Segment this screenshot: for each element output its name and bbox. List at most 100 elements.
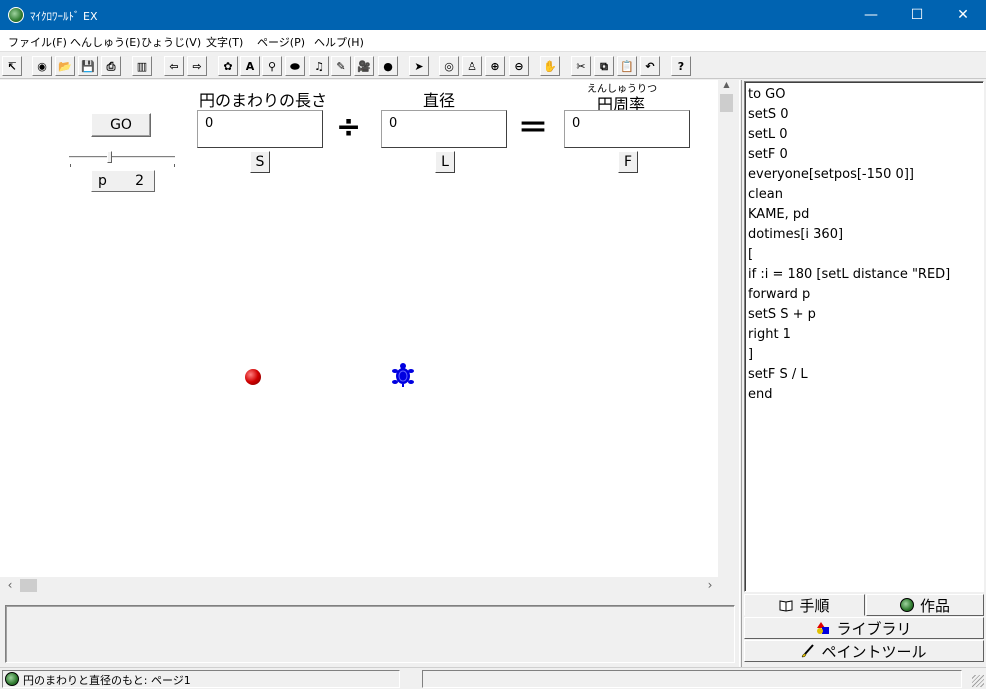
globe-button[interactable]: ◉ [32,56,52,76]
p-slider[interactable] [63,150,183,168]
divide-sign: ÷ [336,110,362,145]
go-button[interactable]: GO [91,113,151,137]
menu-page[interactable]: ページ(P) [257,34,305,50]
horizontal-scroll-thumb[interactable] [20,579,37,592]
code-line[interactable]: end [748,387,773,402]
text-box-icon: A [245,59,255,73]
status-text: 円のまわりと直径のもと: ページ1 [23,674,191,687]
save-icon: 💾 [81,59,95,73]
tab-works[interactable]: 作品 [866,594,984,616]
code-line[interactable]: setL 0 [748,127,788,142]
code-line[interactable]: setF S / L [748,367,808,382]
menu-view[interactable]: ひょうじ(V) [141,34,201,50]
zoom-in-button[interactable]: ⊕ [485,56,505,76]
close-button[interactable]: ✕ [940,0,986,30]
slider-tool-button[interactable]: ⚲ [262,56,282,76]
turtle-tool-button[interactable]: ✿ [218,56,238,76]
status-panel-secondary [422,670,962,688]
code-line[interactable]: if :i = 180 [setL distance "RED] [748,267,950,282]
f-var-button[interactable]: F [618,151,638,173]
message-area[interactable] [5,605,735,663]
code-line[interactable]: [ [748,247,753,262]
pane-divider[interactable] [739,80,742,667]
code-line[interactable]: forward p [748,287,810,302]
print-button[interactable]: ⎙ [101,56,121,76]
zoom-out-icon: ⊖ [514,59,524,73]
help-icon: ? [677,59,685,73]
p-value-display: p 2 [91,170,155,192]
stop-hand-button[interactable]: ✋ [540,56,560,76]
procedure-code-panel[interactable]: to GO setS 0 setL 0 setF 0 everyone[setpos[-… [744,81,984,592]
maximize-button[interactable]: ☐ [894,0,940,30]
s-var-button[interactable]: S [250,151,270,173]
vertical-scroll-thumb[interactable] [720,94,733,112]
text-box-button[interactable]: A [240,56,260,76]
eye-button[interactable]: ◎ [439,56,459,76]
open-folder-button[interactable]: 📂 [55,56,75,76]
slider-handle[interactable] [107,151,112,163]
scroll-right-icon[interactable]: › [702,577,718,594]
menu-text[interactable]: 文字(T) [206,34,243,50]
globe-icon [5,672,19,686]
button-tool-button[interactable]: ⬬ [285,56,305,76]
scroll-up-icon[interactable]: ▲ [718,80,735,94]
menu-help[interactable]: ヘルプ(H) [314,34,364,50]
app-globe-icon[interactable] [8,7,24,23]
status-panel-main: 円のまわりと直径のもと: ページ1 [2,670,400,688]
minimize-button[interactable]: — [848,0,894,30]
save-button[interactable]: 💾 [78,56,98,76]
arrow-left-button[interactable]: ⇦ [164,56,184,76]
red-ball[interactable] [245,369,261,385]
book-button[interactable]: ▥ [132,56,152,76]
code-line[interactable]: setF 0 [748,147,788,162]
pointer-small-icon: ↸ [7,59,17,73]
zoom-out-button[interactable]: ⊖ [509,56,529,76]
stamp-icon: ♙ [467,59,477,73]
toolbar: ↸ ◉ 📂 💾 ⎙ ▥ ⇦ ⇨ ✿ A ⚲ ⬬ ♫ ✎ 🎥 ● ➤ ◎ ♙ ⊕ ⊖ ✋ ✂ ⧉ 📋 ↶? [0,53,986,79]
turtle-tool-icon: ✿ [223,59,233,73]
code-line[interactable]: dotimes[i 360] [748,227,843,242]
message-separator [6,606,734,608]
scroll-left-icon[interactable]: ‹ [2,577,18,594]
globe-icon: ◉ [37,59,47,73]
select-arrow-button[interactable]: ➤ [409,56,429,76]
movie-button[interactable]: 🎥 [354,56,374,76]
globe-blue-icon: ● [383,59,393,73]
l-value-box: 0 [381,110,507,148]
arrow-right-button[interactable]: ⇨ [187,56,207,76]
globe-blue-button[interactable]: ● [378,56,398,76]
menu-edit[interactable]: へんしゅう(E) [70,34,141,50]
code-line[interactable]: to GO [748,87,786,102]
copy-button[interactable]: ⧉ [594,56,614,76]
print-icon: ⎙ [106,59,116,73]
p-value: 2 [135,173,144,189]
code-line[interactable]: everyone[setpos[-150 0]] [748,167,914,182]
stamp-button[interactable]: ♙ [462,56,482,76]
music-button[interactable]: ♫ [309,56,329,76]
tab-procedure-label: 手順 [799,596,830,615]
app-window: ﾏｲｸﾛﾜｰﾙﾄﾞ EX — ☐ ✕ ファイル(F) へんしゅう(E) ひょうじ… [0,0,986,689]
canvas-vertical-scrollbar[interactable]: ▲ [718,80,735,577]
menu-file[interactable]: ファイル(F) [8,34,67,50]
book-icon: ▥ [136,59,148,73]
tab-library[interactable]: ライブラリ [744,617,984,639]
pen-button[interactable]: ✎ [331,56,351,76]
l-var-button[interactable]: L [435,151,455,173]
code-line[interactable]: clean [748,187,783,202]
tab-paint-tool[interactable]: ペイントツール [744,640,984,662]
undo-button[interactable]: ↶ [640,56,660,76]
code-line[interactable]: setS 0 [748,107,789,122]
resize-grip-icon[interactable] [972,675,984,687]
movie-icon: 🎥 [357,59,371,73]
code-line[interactable]: right 1 [748,327,791,342]
code-line[interactable]: KAME, pd [748,207,809,222]
code-line[interactable]: ] [748,347,753,362]
turtle-icon[interactable] [392,362,414,388]
help-button[interactable]: ? [671,56,691,76]
paste-button[interactable]: 📋 [617,56,637,76]
tab-procedure[interactable]: 手順 [744,594,865,616]
code-line[interactable]: setS S + p [748,307,816,322]
cut-button[interactable]: ✂ [571,56,591,76]
canvas-horizontal-scrollbar[interactable]: ‹ › [0,577,718,594]
pointer-small-button[interactable]: ↸ [2,56,22,76]
